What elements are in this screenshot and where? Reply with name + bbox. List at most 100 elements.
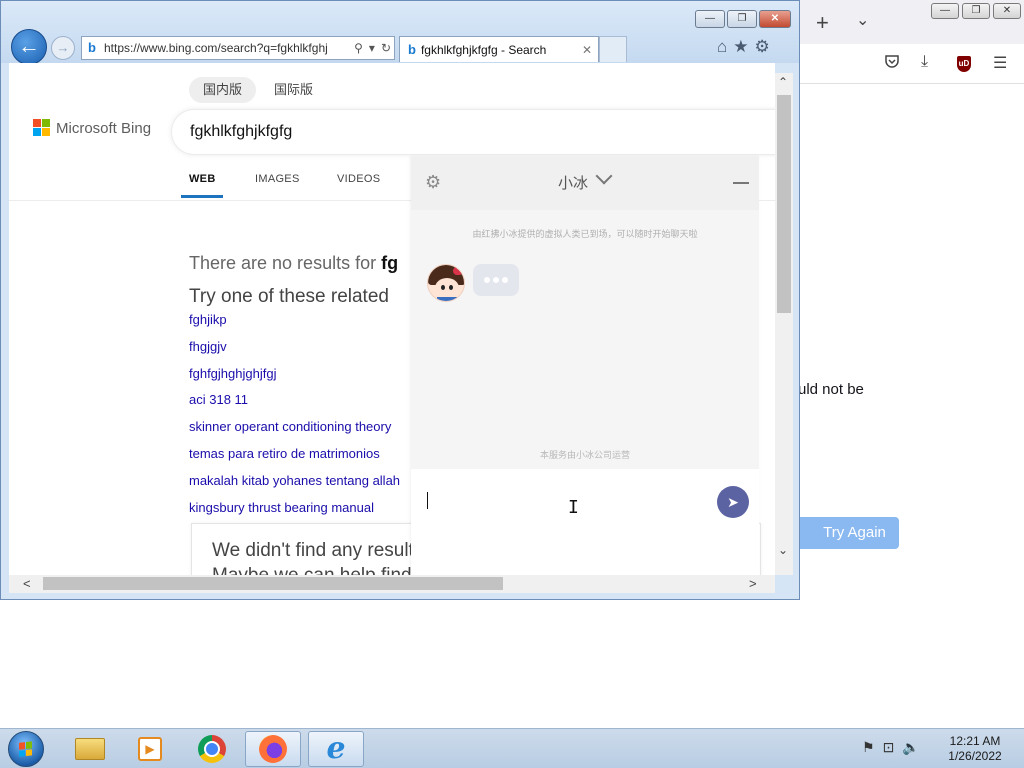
address-url[interactable]: https://www.bing.com/search?q=fgkhlkfghj bbox=[104, 41, 351, 55]
related-searches-heading: Try one of these related bbox=[189, 286, 389, 307]
xiaoice-chat-panel: ⚙ 小冰 由红拂小冰提供的虚拟人类已到场，可以随时开始聊天啦 本服务由小冰公司运… bbox=[411, 156, 759, 575]
text-caret bbox=[427, 492, 428, 509]
error-message-fragment: uld not be bbox=[798, 381, 864, 398]
clock-date: 1/26/2022 bbox=[948, 749, 1002, 763]
chat-chevron-down-icon[interactable] bbox=[595, 167, 613, 185]
ublock-origin-icon[interactable]: uD bbox=[957, 56, 971, 72]
taskbar-media-player[interactable]: ▶ bbox=[122, 731, 178, 767]
windows-logo-icon bbox=[19, 741, 33, 757]
tools-gear-icon[interactable]: ⚙ bbox=[755, 37, 770, 57]
tab-search[interactable]: b fgkhlkfghjkfgfg - Search ✕ bbox=[399, 36, 599, 62]
chat-settings-gear-icon[interactable]: ⚙ bbox=[425, 172, 441, 193]
microsoft-bing-logo[interactable]: Microsoft Bing bbox=[33, 119, 151, 137]
chrome-icon bbox=[198, 735, 226, 763]
related-search-link[interactable]: aci 318 11 bbox=[189, 392, 248, 407]
scroll-left-arrow-icon[interactable]: < bbox=[23, 576, 31, 591]
related-search-link[interactable]: fghjikp bbox=[189, 312, 227, 327]
firefox-minimize-button[interactable]: — bbox=[931, 3, 959, 19]
bing-favicon-icon: b bbox=[408, 42, 416, 57]
ie-minimize-button[interactable]: — bbox=[695, 10, 725, 28]
menu-icon[interactable]: ☰ bbox=[993, 53, 1007, 73]
list-all-tabs-button[interactable]: ⌄ bbox=[856, 10, 869, 30]
related-search-link[interactable]: temas para retiro de matrimonios bbox=[189, 446, 380, 461]
try-again-button[interactable]: Try Again bbox=[798, 517, 899, 549]
clock-time: 12:21 AM bbox=[949, 734, 1001, 748]
chat-message-input[interactable]: ➤ bbox=[411, 469, 759, 575]
firefox-nav-bar: ⤓ uD ☰ bbox=[798, 44, 1024, 84]
typing-indicator-bubble bbox=[473, 264, 519, 296]
scroll-down-arrow-icon[interactable]: ⌄ bbox=[778, 543, 788, 557]
taskbar-chrome[interactable] bbox=[184, 731, 240, 767]
scroll-up-arrow-icon[interactable]: ⌃ bbox=[778, 75, 788, 89]
home-icon[interactable]: ⌂ bbox=[717, 37, 727, 57]
firefox-icon bbox=[259, 735, 287, 763]
taskbar-firefox[interactable] bbox=[245, 731, 301, 767]
chat-minimize-button[interactable] bbox=[733, 182, 749, 184]
tab-close-icon[interactable]: ✕ bbox=[576, 43, 598, 57]
vertical-scrollbar[interactable]: ⌃ ⌄ bbox=[775, 73, 793, 575]
taskbar-file-explorer[interactable] bbox=[62, 731, 118, 767]
favorites-icon[interactable]: ★ bbox=[733, 37, 748, 57]
related-search-link[interactable]: fghfgjhghjghjfgj bbox=[189, 366, 276, 381]
ie-restore-button[interactable]: ❐ bbox=[727, 10, 757, 28]
scope-tab-images[interactable]: IMAGES bbox=[255, 173, 300, 185]
firefox-restore-button[interactable]: ❐ bbox=[962, 3, 990, 19]
vertical-scroll-thumb[interactable] bbox=[777, 95, 791, 313]
media-player-icon: ▶ bbox=[138, 737, 162, 761]
no-results-card-heading: We didn't find any results bbox=[212, 540, 424, 561]
scroll-right-arrow-icon[interactable]: > bbox=[749, 576, 757, 591]
logo-wordmark: Microsoft Bing bbox=[56, 119, 152, 137]
scope-tab-videos[interactable]: VIDEOS bbox=[337, 173, 380, 185]
send-icon[interactable]: ➤ bbox=[717, 486, 749, 518]
horizontal-scrollbar[interactable]: < > bbox=[9, 575, 775, 593]
active-tab-underline bbox=[181, 195, 223, 198]
back-button[interactable]: ← bbox=[11, 29, 47, 65]
taskbar: ▶ e ⚑ ⊡ 🔈 12:21 AM 1/26/2022 bbox=[0, 728, 1024, 768]
horizontal-scroll-thumb[interactable] bbox=[43, 577, 503, 590]
ie-close-button[interactable]: ✕ bbox=[759, 10, 791, 28]
firefox-window: + ⌄ — ❐ ✕ ⤓ uD ☰ uld not be Try Again bbox=[797, 0, 1024, 600]
ie-window-controls: — ❐ ✕ bbox=[695, 10, 791, 28]
xiaoice-avatar bbox=[427, 264, 465, 302]
action-center-flag-icon[interactable]: ⚑ bbox=[862, 739, 875, 756]
internet-explorer-icon: e bbox=[326, 731, 346, 766]
system-tray: ⚑ ⊡ 🔈 bbox=[862, 739, 920, 756]
ie-toolbar-icons: ⌂ ★ ⚙ bbox=[717, 37, 770, 57]
internet-explorer-window: — ❐ ✕ ← → b https://www.bing.com/search?… bbox=[0, 0, 800, 600]
search-input[interactable]: fgkhlkfghjkfgfg bbox=[171, 109, 775, 155]
market-tab-china[interactable]: 国内版 bbox=[189, 77, 257, 103]
chat-notice: 由红拂小冰提供的虚拟人类已到场，可以随时开始聊天啦 bbox=[472, 229, 698, 239]
firefox-close-button[interactable]: ✕ bbox=[993, 3, 1021, 19]
related-search-link[interactable]: kingsbury thrust bearing manual bbox=[189, 500, 374, 515]
taskbar-clock[interactable]: 12:21 AM 1/26/2022 bbox=[940, 734, 1010, 764]
chat-operator-note: 本服务由小冰公司运营 bbox=[539, 450, 630, 460]
volume-icon[interactable]: 🔈 bbox=[902, 739, 919, 756]
address-bar[interactable]: b https://www.bing.com/search?q=fgkhlkfg… bbox=[81, 36, 395, 60]
mouse-ibeam-cursor: I bbox=[568, 497, 579, 518]
bing-favicon-icon: b bbox=[88, 40, 96, 55]
downloads-icon[interactable]: ⤓ bbox=[921, 53, 928, 71]
dropdown-chevron-icon[interactable]: ▾ bbox=[366, 41, 378, 55]
scope-tab-web[interactable]: WEB bbox=[189, 173, 216, 185]
folder-icon bbox=[75, 738, 105, 760]
bing-search-page: 国内版 国际版 Microsoft Bing fgkhlkfghjkfgfg W… bbox=[9, 63, 775, 575]
chat-title: 小冰 bbox=[558, 175, 589, 192]
start-button[interactable] bbox=[8, 731, 44, 767]
related-search-link[interactable]: skinner operant conditioning theory bbox=[189, 419, 391, 434]
related-search-link[interactable]: fhgjgjv bbox=[189, 339, 227, 354]
no-results-query: fg bbox=[381, 253, 399, 273]
forward-button[interactable]: → bbox=[51, 36, 75, 60]
related-search-link[interactable]: makalah kitab yohanes tentang allah bbox=[189, 473, 400, 488]
market-tab-international[interactable]: 国际版 bbox=[260, 77, 327, 103]
search-icon[interactable]: ⚲ bbox=[351, 41, 366, 55]
firefox-tab-bar: + ⌄ — ❐ ✕ bbox=[798, 0, 1024, 44]
chat-header: ⚙ 小冰 bbox=[411, 156, 759, 210]
new-tab-button[interactable]: + bbox=[816, 10, 829, 36]
ie-new-tab-button[interactable] bbox=[599, 36, 627, 62]
no-results-prefix: There are no results for bbox=[189, 253, 382, 273]
pocket-icon[interactable] bbox=[884, 53, 900, 74]
taskbar-internet-explorer[interactable]: e bbox=[308, 731, 364, 767]
no-results-message: There are no results for fg bbox=[189, 253, 398, 274]
refresh-icon[interactable]: ↻ bbox=[378, 41, 394, 55]
network-icon[interactable]: ⊡ bbox=[883, 739, 895, 756]
